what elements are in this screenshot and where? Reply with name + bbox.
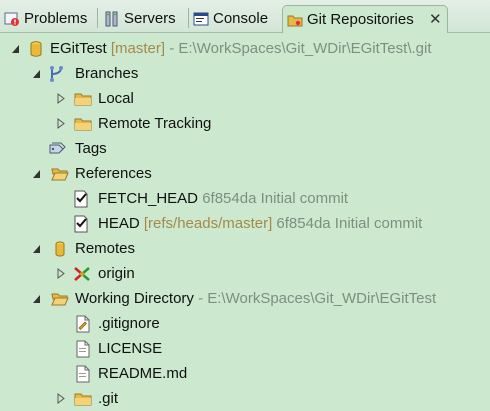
repository-icon (27, 40, 45, 58)
tree-node-remote-tracking[interactable]: Remote Tracking (0, 111, 490, 136)
reference-commit: 6f854da Initial commit (276, 215, 423, 232)
tree-node-references[interactable]: References (0, 161, 490, 186)
open-folder-icon (51, 165, 69, 183)
tab-servers[interactable]: Servers (104, 5, 186, 33)
tags-icon (48, 140, 66, 158)
tree-node-file[interactable]: README.md (0, 361, 490, 386)
tab-separator (188, 8, 189, 28)
folder-name: .git (98, 390, 119, 407)
tree-node-tags[interactable]: Tags (0, 136, 490, 161)
working-directory-path: - E:\WorkSpaces\Git_WDir\EGitTest (198, 290, 437, 307)
repository-tree: EGitTest [master] - E:\WorkSpaces\Git_WD… (0, 33, 490, 411)
file-name: .gitignore (98, 315, 160, 332)
tree-node-working-directory[interactable]: Working Directory - E:\WorkSpaces\Git_WD… (0, 286, 490, 311)
tab-git-repositories[interactable]: Git Repositories ✕ (282, 5, 448, 33)
problems-icon (4, 11, 20, 27)
reference-commit: 6f854da Initial commit (202, 190, 349, 207)
console-icon (193, 11, 209, 27)
expanded-arrow-icon[interactable] (31, 236, 43, 261)
reference-name: FETCH_HEAD (98, 190, 199, 207)
reference-target: [refs/heads/master] (143, 215, 273, 232)
open-folder-icon (51, 290, 69, 308)
folder-icon (74, 115, 92, 133)
remotes-label: Remotes (75, 240, 136, 257)
tab-label: Servers (124, 10, 176, 27)
current-branch: [master] (110, 40, 166, 57)
tree-node-reference[interactable]: HEAD [refs/heads/master] 6f854da Initial… (0, 211, 490, 236)
file-icon (74, 340, 92, 358)
collapsed-arrow-icon[interactable] (55, 111, 67, 136)
local-label: Local (98, 90, 134, 107)
folder-icon (74, 390, 92, 408)
expanded-arrow-icon[interactable] (31, 61, 43, 86)
collapsed-arrow-icon[interactable] (55, 261, 67, 286)
expanded-arrow-icon[interactable] (31, 161, 43, 186)
tab-label: Problems (24, 10, 88, 27)
tab-label: Git Repositories (307, 11, 414, 28)
tree-node-file[interactable]: LICENSE (0, 336, 490, 361)
reference-icon (72, 190, 90, 208)
tree-node-folder[interactable]: .git (0, 386, 490, 411)
file-icon (74, 315, 92, 333)
references-label: References (75, 165, 152, 182)
tab-console[interactable]: Console (193, 5, 277, 33)
tags-label: Tags (75, 140, 107, 157)
reference-name: HEAD (98, 215, 140, 232)
expanded-arrow-icon[interactable] (10, 36, 22, 61)
git-repositories-view: Problems Servers Console Git Repositorie… (0, 0, 490, 411)
repository-name: EGitTest (50, 40, 107, 57)
branches-label: Branches (75, 65, 139, 82)
folder-icon (74, 90, 92, 108)
repository-path: - E:\WorkSpaces\Git_WDir\EGitTest\.git (169, 40, 432, 57)
git-repositories-icon (287, 12, 303, 28)
collapsed-arrow-icon[interactable] (55, 386, 67, 411)
tree-node-local[interactable]: Local (0, 86, 490, 111)
expanded-arrow-icon[interactable] (31, 286, 43, 311)
tree-node-repository[interactable]: EGitTest [master] - E:\WorkSpaces\Git_WD… (0, 36, 490, 61)
tab-problems[interactable]: Problems (4, 5, 94, 33)
remote-name: origin (98, 265, 135, 282)
view-tab-bar: Problems Servers Console Git Repositorie… (0, 0, 490, 33)
remote-origin-icon (73, 265, 91, 283)
file-icon (74, 365, 92, 383)
tree-node-remote-origin[interactable]: origin (0, 261, 490, 286)
remote-tracking-label: Remote Tracking (98, 115, 212, 132)
tab-label: Console (213, 10, 269, 27)
tree-node-reference[interactable]: FETCH_HEAD 6f854da Initial commit (0, 186, 490, 211)
working-directory-label: Working Directory (75, 290, 194, 307)
reference-icon (72, 215, 90, 233)
tree-node-branches[interactable]: Branches (0, 61, 490, 86)
remotes-icon (51, 240, 69, 258)
close-icon[interactable]: ✕ (429, 6, 442, 34)
servers-icon (104, 11, 120, 27)
branches-icon (48, 65, 66, 83)
file-name: README.md (98, 365, 188, 382)
tree-node-remotes[interactable]: Remotes (0, 236, 490, 261)
tree-node-file[interactable]: .gitignore (0, 311, 490, 336)
tab-separator (97, 8, 98, 28)
collapsed-arrow-icon[interactable] (55, 86, 67, 111)
file-name: LICENSE (98, 340, 163, 357)
